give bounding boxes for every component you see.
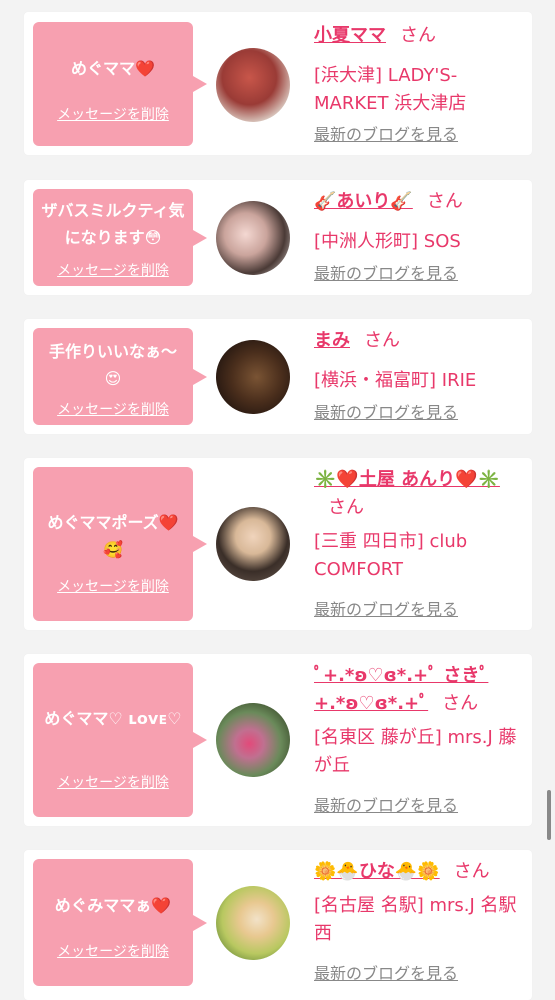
latest-blog-link[interactable]: 最新のブログを見る <box>314 121 458 145</box>
delete-message-link[interactable]: メッセージを削除 <box>33 399 193 419</box>
avatar[interactable] <box>216 703 290 777</box>
sender-name-link[interactable]: ✳️❤️土屋 あんり❤️✳️ <box>314 469 500 490</box>
message-text: めぐママポーズ❤️🥰 <box>47 513 179 559</box>
shop-name: [浜大津] LADY'S-MARKET 浜大津店 <box>314 65 467 114</box>
shop-name: [中洲人形町] SOS <box>314 231 461 252</box>
shop-name: [三重 四日市] club COMFORT <box>314 531 468 580</box>
message-bubble: めぐママ♡ ʟᴏᴠᴇ♡ メッセージを削除 <box>33 663 207 817</box>
honorific: さん <box>426 191 463 212</box>
avatar[interactable] <box>216 886 290 960</box>
honorific: さん <box>328 497 364 518</box>
message-bubble: めぐママポーズ❤️🥰 メッセージを削除 <box>33 467 207 621</box>
message-text: ザバスミルクティ気になります😳 <box>41 201 185 247</box>
sender-name-link[interactable]: 🎸あいり🎸 <box>314 191 413 212</box>
latest-blog-link[interactable]: 最新のブログを見る <box>314 792 458 816</box>
latest-blog-link[interactable]: 最新のブログを見る <box>314 596 458 620</box>
honorific: さん <box>453 861 490 882</box>
latest-blog-link[interactable]: 最新のブログを見る <box>314 260 458 284</box>
message-bubble: ザバスミルクティ気になります😳 メッセージを削除 <box>33 189 207 286</box>
message-card: 手作りいいなぁ〜😍 メッセージを削除 まみ さん [横浜・福富町] IRIE 最新… <box>24 319 532 434</box>
message-text: めぐみママぁ❤️ <box>54 896 172 915</box>
honorific: さん <box>442 693 479 714</box>
avatar[interactable] <box>216 48 290 122</box>
avatar[interactable] <box>216 507 290 581</box>
honorific: さん <box>400 25 436 46</box>
message-text: めぐママ❤️ <box>71 59 155 78</box>
delete-message-link[interactable]: メッセージを削除 <box>33 260 193 280</box>
delete-message-link[interactable]: メッセージを削除 <box>33 772 193 792</box>
message-bubble: めぐママ❤️ メッセージを削除 <box>33 22 207 146</box>
message-card: めぐママポーズ❤️🥰 メッセージを削除 ✳️❤️土屋 あんり❤️✳️ さん [三重… <box>24 458 532 630</box>
message-card: めぐママ❤️ メッセージを削除 小夏ママ さん [浜大津] LADY'S-MARK… <box>24 12 532 155</box>
scrollbar-thumb[interactable] <box>547 790 551 840</box>
delete-message-link[interactable]: メッセージを削除 <box>33 941 193 961</box>
shop-name: [名東区 藤が丘] mrs.J 藤が丘 <box>314 727 517 776</box>
honorific: さん <box>364 330 400 351</box>
shop-name: [名古屋 名駅] mrs.J 名駅西 <box>314 895 517 944</box>
sender-name-link[interactable]: 🌼🐣ひな🐣🌼 <box>314 861 440 882</box>
message-card: めぐみママぁ❤️ メッセージを削除 🌼🐣ひな🐣🌼 さん [名古屋 名駅] mrs.… <box>24 850 532 1000</box>
delete-message-link[interactable]: メッセージを削除 <box>33 104 193 124</box>
latest-blog-link[interactable]: 最新のブログを見る <box>314 399 458 423</box>
latest-blog-link[interactable]: 最新のブログを見る <box>314 960 458 984</box>
message-bubble: 手作りいいなぁ〜😍 メッセージを削除 <box>33 328 207 425</box>
message-text: 手作りいいなぁ〜😍 <box>48 342 177 388</box>
message-text: めぐママ♡ ʟᴏᴠᴇ♡ <box>44 709 182 728</box>
avatar[interactable] <box>216 340 290 414</box>
message-card: めぐママ♡ ʟᴏᴠᴇ♡ メッセージを削除 ﾟ+.*ʚ♡ɞ*.+ﾟ さきﾟ+.*ʚ… <box>24 654 532 826</box>
delete-message-link[interactable]: メッセージを削除 <box>33 576 193 596</box>
message-bubble: めぐみママぁ❤️ メッセージを削除 <box>33 859 207 986</box>
sender-name-link[interactable]: 小夏ママ <box>314 25 386 46</box>
sender-name-link[interactable]: まみ <box>314 330 350 351</box>
avatar[interactable] <box>216 201 290 275</box>
message-card: ザバスミルクティ気になります😳 メッセージを削除 🎸あいり🎸 さん [中洲人形町]… <box>24 180 532 295</box>
shop-name: [横浜・福富町] IRIE <box>314 370 477 391</box>
